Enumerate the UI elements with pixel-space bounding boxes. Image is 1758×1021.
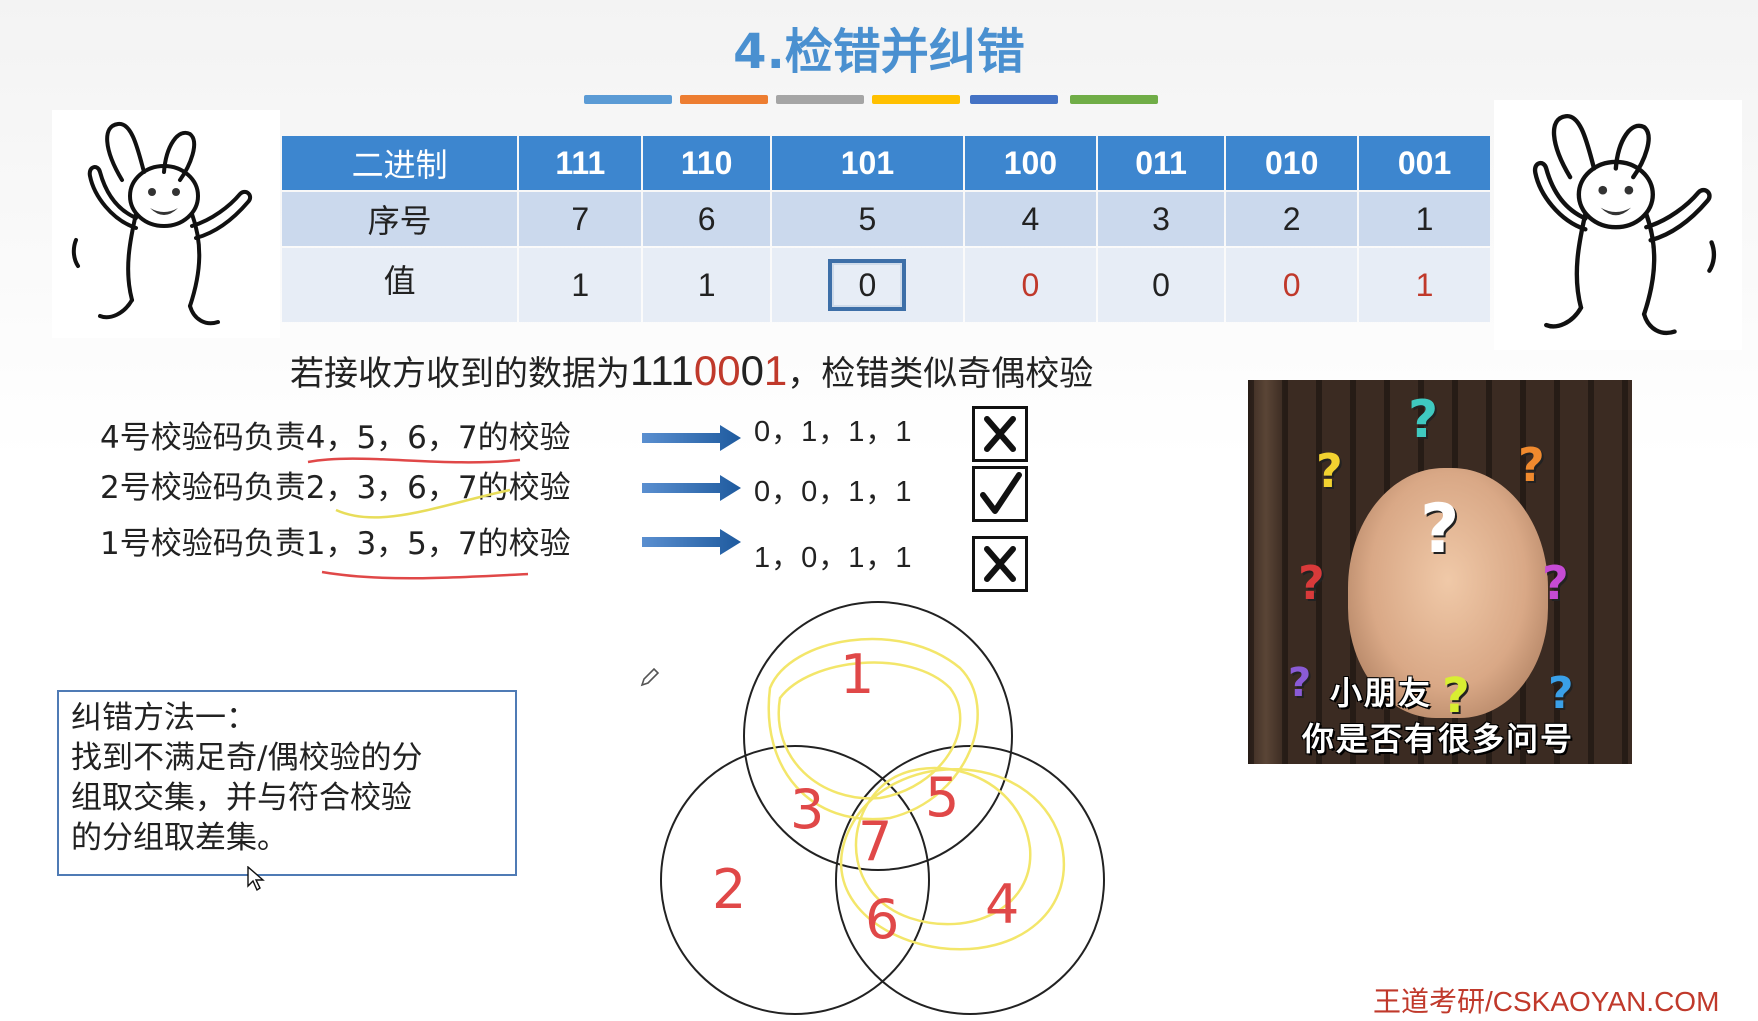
method-line: 找到不满足奇/偶校验的分 <box>71 740 423 776</box>
venn-label-4: 4 <box>985 873 1019 936</box>
question-mark-icon: ? <box>1420 490 1460 569</box>
venn-diagram: 1 3 5 7 2 6 4 <box>660 601 1105 1015</box>
mouse-cursor-icon <box>247 866 265 892</box>
venn-circle-right <box>835 745 1105 1015</box>
question-mark-icon: ? <box>1518 438 1545 492</box>
venn-label-2: 2 <box>712 858 746 921</box>
correction-method-box: 纠错方法一： 找到不满足奇/偶校验的分 组取交集，并与符合校验 的分组取差集。 <box>57 690 517 876</box>
venn-label-1: 1 <box>840 643 874 706</box>
venn-label-6: 6 <box>865 888 899 951</box>
red-underline-4 <box>307 457 521 464</box>
question-mark-icon: ? <box>1542 556 1569 610</box>
venn-label-3: 3 <box>790 778 824 841</box>
method-title: 纠错方法一： <box>71 700 257 736</box>
meme-caption-line2: 你是否有很多问号 <box>1302 720 1575 758</box>
footer-watermark: 王道考研/CSKAOYAN.COM <box>1373 986 1720 1017</box>
meme-caption-line1: 小朋友 <box>1330 674 1433 712</box>
venn-label-7: 7 <box>858 810 892 873</box>
question-mark-icon: ? <box>1408 390 1439 450</box>
question-mark-icon: ? <box>1316 444 1343 498</box>
venn-label-5: 5 <box>925 766 959 829</box>
method-line: 的分组取差集。 <box>71 820 288 856</box>
method-line: 组取交集，并与符合校验 <box>71 780 412 816</box>
yellow-underline-2 <box>335 488 511 519</box>
question-mark-icon: ? <box>1298 556 1325 610</box>
meme-image: ? ? ? ? ? ? ? ? ? 小朋友 你是否有很多问号 <box>1248 380 1632 764</box>
red-underline-1 <box>321 570 529 580</box>
meme-caption: 小朋友 你是否有很多问号 <box>1302 670 1574 762</box>
